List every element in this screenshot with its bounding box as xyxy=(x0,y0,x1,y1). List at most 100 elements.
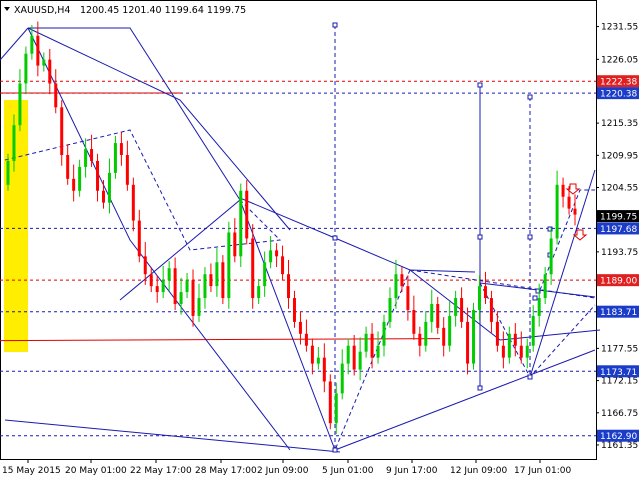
line-handle[interactable] xyxy=(527,374,533,380)
x-tick-label: 9 Jun 17:00 xyxy=(386,466,438,476)
candle-body xyxy=(275,250,279,257)
line-handle[interactable] xyxy=(477,234,483,240)
candle-body xyxy=(60,107,64,155)
x-tick-label: 28 May 17:00 xyxy=(195,466,257,476)
candle-body xyxy=(185,280,189,293)
candle-body xyxy=(48,59,52,84)
price-tag-label: 1199.75 xyxy=(600,213,637,223)
candle-body xyxy=(173,268,177,304)
candle-body xyxy=(364,333,368,352)
y-tick-label: 1231.55 xyxy=(601,23,638,33)
candle[interactable] xyxy=(328,374,332,430)
line-handle[interactable] xyxy=(332,447,338,453)
candle-body xyxy=(412,309,416,334)
candle-body xyxy=(269,250,273,263)
candle-body xyxy=(167,268,171,281)
candle-body xyxy=(113,143,117,173)
candle-body xyxy=(30,35,34,54)
line-handle[interactable] xyxy=(477,82,483,88)
candle-body xyxy=(257,286,261,299)
line-handle[interactable] xyxy=(532,295,538,301)
candle-body xyxy=(304,333,308,346)
candle-body xyxy=(54,83,58,108)
candle-body xyxy=(478,286,482,310)
candle[interactable] xyxy=(472,302,476,370)
price-tag-label: 1162.90 xyxy=(600,432,637,442)
candle-body xyxy=(227,232,231,299)
candle-body xyxy=(287,274,291,299)
candle-body xyxy=(96,160,100,191)
candle-body xyxy=(406,286,410,310)
candle-body xyxy=(531,315,535,346)
y-tick-label: 1209.95 xyxy=(601,151,638,161)
candle-body xyxy=(251,238,255,299)
candle[interactable] xyxy=(227,221,231,309)
y-tick-label: 1226.05 xyxy=(601,55,638,65)
level-price-tag: 1222.38 xyxy=(597,75,639,88)
candle-body xyxy=(24,53,28,84)
candle-body xyxy=(460,298,464,322)
candle-body xyxy=(191,280,195,316)
price-tag-label: 1197.68 xyxy=(600,225,637,235)
plot-frame xyxy=(0,0,597,460)
level-price-tag: 1189.00 xyxy=(597,274,639,287)
x-tick-label: 5 Jun 01:00 xyxy=(322,466,374,476)
current-price-tag: 1199.75 xyxy=(597,210,639,223)
candle-body xyxy=(161,280,165,293)
y-tick-label: 1161.35 xyxy=(601,441,638,451)
candle-body xyxy=(507,333,511,358)
price-tag-label: 1189.00 xyxy=(600,277,637,287)
candle-body xyxy=(245,190,249,239)
candle-body xyxy=(215,262,219,287)
candle-body xyxy=(400,274,404,287)
symbol-label: XAUUSD,H4 xyxy=(14,5,70,16)
level-price-tag: 1173.71 xyxy=(597,365,639,378)
candle-body xyxy=(84,149,88,167)
line-handle[interactable] xyxy=(332,22,338,28)
candle-body xyxy=(442,327,446,346)
candle-body xyxy=(537,298,541,316)
highlight-zone xyxy=(4,100,28,352)
line-handle[interactable] xyxy=(477,385,483,391)
candle-body xyxy=(66,155,70,179)
candle-body xyxy=(525,345,529,358)
level-price-tag: 1162.90 xyxy=(597,429,639,442)
candle-body xyxy=(561,184,565,197)
candle-body xyxy=(179,292,183,304)
candle-body xyxy=(489,298,493,322)
candle[interactable] xyxy=(239,183,243,268)
candle-body xyxy=(382,321,386,346)
candle-body xyxy=(72,178,76,191)
candle-body xyxy=(352,345,356,370)
ohlc-label: 1200.45 1201.40 1199.64 1199.75 xyxy=(80,5,246,16)
candle-body xyxy=(131,184,135,221)
y-tick-label: 1204.55 xyxy=(601,183,638,193)
y-tick-label: 1172.15 xyxy=(601,377,638,387)
candle-body xyxy=(346,345,350,364)
price-tag-label: 1222.38 xyxy=(600,78,637,88)
candle-body xyxy=(322,357,326,382)
y-tick-label: 1215.35 xyxy=(601,119,638,129)
candle-body xyxy=(472,309,476,364)
candle-body xyxy=(448,315,452,346)
line-handle[interactable] xyxy=(332,235,338,241)
candle-body xyxy=(101,190,105,203)
candle-body xyxy=(370,333,374,358)
candle-body xyxy=(78,166,82,191)
candle-body xyxy=(310,345,314,364)
level-price-tag: 1197.68 xyxy=(597,222,639,235)
price-chart[interactable]: 1231.55 1226.05 1220.38 1215.35 1209.95 1204.… xyxy=(0,0,640,480)
line-handle[interactable] xyxy=(527,234,533,240)
y-tick-label: 1193.75 xyxy=(601,248,638,258)
candle-body xyxy=(334,393,338,424)
candle-body xyxy=(107,172,111,203)
candle-body xyxy=(137,220,141,257)
candle-body xyxy=(358,351,362,370)
candle-body xyxy=(263,262,267,287)
line-handle[interactable] xyxy=(527,94,533,100)
candle-body xyxy=(436,304,440,328)
candle-body xyxy=(221,262,225,299)
candle[interactable] xyxy=(221,255,225,304)
candle-body xyxy=(549,238,553,275)
candle-body xyxy=(6,160,10,185)
